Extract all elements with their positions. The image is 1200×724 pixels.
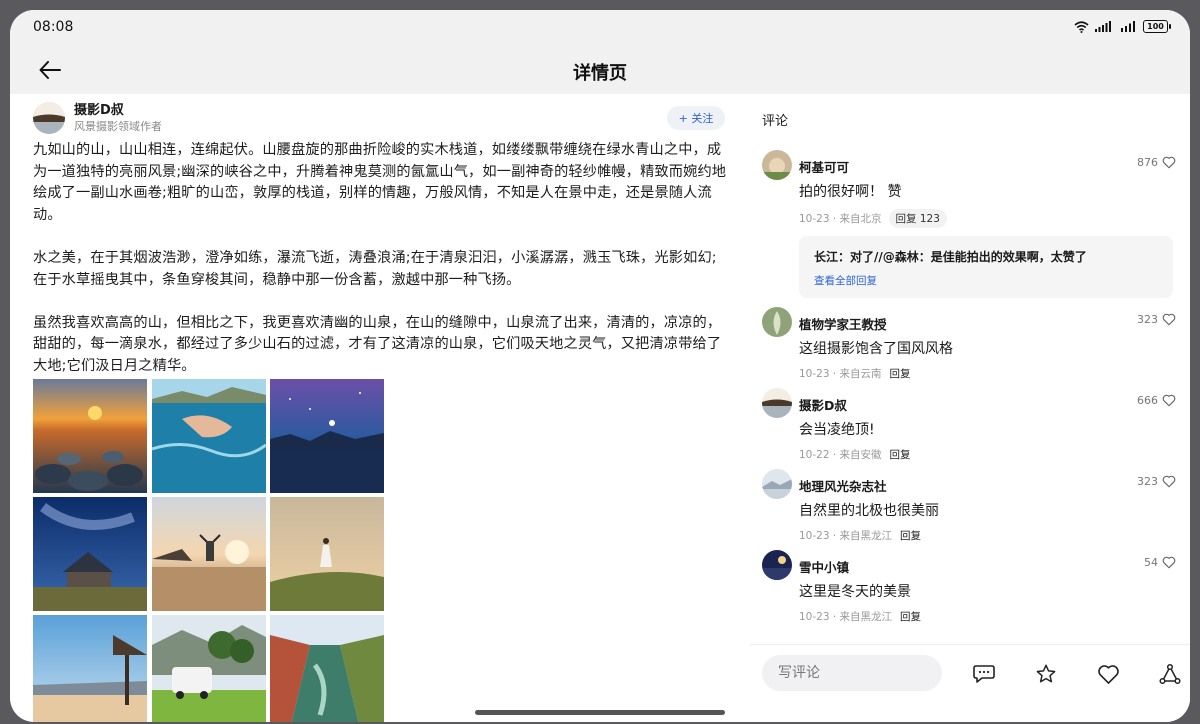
commenter-avatar[interactable] bbox=[762, 550, 792, 580]
commenter-avatar[interactable] bbox=[762, 388, 792, 418]
comment-item: 植物学家王教授 323 这组摄影饱含了国风风格 10-23 · 来自云南 回复 bbox=[762, 307, 1176, 383]
status-bar: 08:08 100 bbox=[10, 10, 1190, 46]
reply-button[interactable]: 回复 bbox=[900, 528, 921, 543]
screen: 08:08 100 详情页 摄影D叔 风景摄影领域作者 + 关注 九如山的山，山… bbox=[10, 10, 1190, 722]
photo-swimmer[interactable] bbox=[152, 379, 266, 493]
photo-milky-way-church[interactable] bbox=[33, 497, 147, 611]
comment-date-location: 10-23 · 来自云南 bbox=[799, 368, 882, 380]
view-all-replies-link[interactable]: 查看全部回复 bbox=[814, 273, 877, 288]
like-count: 666 bbox=[1137, 394, 1158, 407]
comments-panel: 评论 柯基可可 876 拍的很好啊！ 赞 10-23 · 来自北京 回复 123… bbox=[750, 94, 1190, 722]
commenter-name[interactable]: 雪中小镇 bbox=[799, 557, 849, 576]
share-icon bbox=[1159, 663, 1181, 685]
heart-icon bbox=[1162, 394, 1176, 407]
home-indicator[interactable] bbox=[475, 710, 725, 715]
like-count: 876 bbox=[1137, 156, 1158, 169]
like-button[interactable]: 54 bbox=[1144, 556, 1176, 569]
comment-text: 自然里的北极也很美丽 bbox=[799, 503, 939, 519]
comment-meta: 10-23 · 来自云南 回复 bbox=[799, 366, 911, 381]
heart-icon bbox=[1097, 664, 1119, 684]
like-post-button[interactable] bbox=[1095, 661, 1121, 687]
comment-text: 这组摄影饱含了国风风格 bbox=[799, 341, 953, 357]
comment-date-location: 10-23 · 来自黑龙江 bbox=[799, 530, 893, 542]
author-info: 摄影D叔 风景摄影领域作者 bbox=[74, 103, 162, 134]
commenter-name[interactable]: 地理风光杂志社 bbox=[799, 476, 887, 495]
photo-hill-girl[interactable] bbox=[270, 497, 384, 611]
article-paragraph: 虽然我喜欢高高的山，但相比之下，我更喜欢清幽的山泉，在山的缝隙中，山泉流了出来，… bbox=[33, 314, 722, 374]
comment-item: 摄影D叔 666 会当凌绝顶! 10-22 · 来自安徽 回复 bbox=[762, 388, 1176, 464]
comment-date-location: 10-23 · 来自北京 bbox=[799, 213, 882, 225]
device-frame: 08:08 100 详情页 摄影D叔 风景摄影领域作者 + 关注 九如山的山，山… bbox=[0, 0, 1200, 724]
battery-icon: 100 bbox=[1143, 20, 1171, 33]
comment-meta: 10-22 · 来自安徽 回复 bbox=[799, 447, 911, 462]
like-button[interactable]: 876 bbox=[1137, 156, 1176, 169]
like-button[interactable]: 323 bbox=[1137, 475, 1176, 488]
page-title: 详情页 bbox=[573, 63, 627, 84]
comment-meta: 10-23 · 来自黑龙江 回复 bbox=[799, 609, 921, 624]
author-subtitle: 风景摄影领域作者 bbox=[74, 119, 162, 133]
like-button[interactable]: 323 bbox=[1137, 313, 1176, 326]
like-count: 54 bbox=[1144, 556, 1158, 569]
comment-date-location: 10-23 · 来自黑龙江 bbox=[799, 611, 893, 623]
signal-icon bbox=[1095, 21, 1111, 32]
comment-item: 柯基可可 876 拍的很好啊！ 赞 10-23 · 来自北京 回复 123 bbox=[762, 150, 1176, 230]
comment-item: 地理风光杂志社 323 自然里的北极也很美丽 10-23 · 来自黑龙江 回复 bbox=[762, 469, 1176, 545]
reply-preview-text: 长江：对了//@森林：是佳能拍出的效果啊，太赞了 bbox=[814, 250, 1087, 264]
photo-beach-person[interactable] bbox=[152, 497, 266, 611]
commenter-name[interactable]: 植物学家王教授 bbox=[799, 314, 887, 333]
photo-canyon-river[interactable] bbox=[270, 615, 384, 722]
like-count: 323 bbox=[1137, 475, 1158, 488]
reply-button[interactable]: 回复 123 bbox=[888, 209, 947, 228]
favorite-button[interactable] bbox=[1033, 661, 1059, 687]
comment-action-bar bbox=[750, 644, 1190, 722]
commenter-avatar[interactable] bbox=[762, 469, 792, 499]
photo-night-sky-lake[interactable] bbox=[270, 379, 384, 493]
signal-icon-2 bbox=[1121, 21, 1135, 32]
like-button[interactable]: 666 bbox=[1137, 394, 1176, 407]
status-icons: 100 bbox=[1074, 20, 1171, 33]
comment-date-location: 10-22 · 来自安徽 bbox=[799, 449, 882, 461]
follow-button[interactable]: + 关注 bbox=[667, 106, 725, 130]
comment-icon bbox=[973, 665, 995, 683]
photo-camper-van[interactable] bbox=[152, 615, 266, 722]
comment-meta: 10-23 · 来自黑龙江 回复 bbox=[799, 528, 921, 543]
author-row: 摄影D叔 风景摄影领域作者 bbox=[33, 102, 162, 134]
reply-preview[interactable]: 长江：对了//@森林：是佳能拍出的效果啊，太赞了 查看全部回复 bbox=[799, 236, 1173, 298]
photo-pavilion-lake[interactable] bbox=[33, 615, 147, 722]
article-paragraph: 九如山的山，山山相连，连绵起伏。山腰盘旋的那曲折险峻的实木栈道，如缕缕飘带缠绕在… bbox=[33, 142, 727, 223]
star-icon bbox=[1036, 664, 1056, 683]
comment-button[interactable] bbox=[971, 661, 997, 687]
like-count: 323 bbox=[1137, 313, 1158, 326]
commenter-avatar[interactable] bbox=[762, 307, 792, 337]
title-bar: 详情页 bbox=[10, 46, 1190, 94]
share-button[interactable] bbox=[1157, 661, 1183, 687]
comment-input[interactable] bbox=[762, 655, 942, 691]
reply-button[interactable]: 回复 bbox=[900, 609, 921, 624]
reply-button[interactable]: 回复 bbox=[890, 366, 911, 381]
comment-meta: 10-23 · 来自北京 回复 123 bbox=[799, 209, 947, 228]
heart-icon bbox=[1162, 156, 1176, 169]
commenter-name[interactable]: 摄影D叔 bbox=[799, 395, 847, 414]
post-panel: 摄影D叔 风景摄影领域作者 + 关注 九如山的山，山山相连，连绵起伏。山腰盘旋的… bbox=[10, 94, 740, 722]
author-avatar[interactable] bbox=[33, 102, 65, 134]
status-time: 08:08 bbox=[33, 19, 74, 35]
wifi-icon bbox=[1074, 20, 1089, 33]
commenter-name[interactable]: 柯基可可 bbox=[799, 157, 849, 176]
comment-text: 会当凌绝顶! bbox=[799, 422, 875, 438]
comments-heading: 评论 bbox=[762, 114, 789, 129]
article-paragraph: 水之美，在于其烟波浩渺，澄净如练，瀑流飞逝，涛叠浪涌;在于清泉汩汩，小溪潺潺，溅… bbox=[33, 249, 717, 288]
photo-sunset-pebbles[interactable] bbox=[33, 379, 147, 493]
comment-text: 这里是冬天的美景 bbox=[799, 584, 911, 600]
comment-text: 拍的很好啊！ 赞 bbox=[799, 184, 902, 200]
heart-icon bbox=[1162, 475, 1176, 488]
reply-button[interactable]: 回复 bbox=[890, 447, 911, 462]
comment-item: 雪中小镇 54 这里是冬天的美景 10-23 · 来自黑龙江 回复 bbox=[762, 550, 1176, 626]
commenter-avatar[interactable] bbox=[762, 150, 792, 180]
heart-icon bbox=[1162, 556, 1176, 569]
heart-icon bbox=[1162, 313, 1176, 326]
article-body: 九如山的山，山山相连，连绵起伏。山腰盘旋的那曲折险峻的实木栈道，如缕缕飘带缠绕在… bbox=[33, 140, 728, 399]
author-name[interactable]: 摄影D叔 bbox=[74, 103, 162, 119]
